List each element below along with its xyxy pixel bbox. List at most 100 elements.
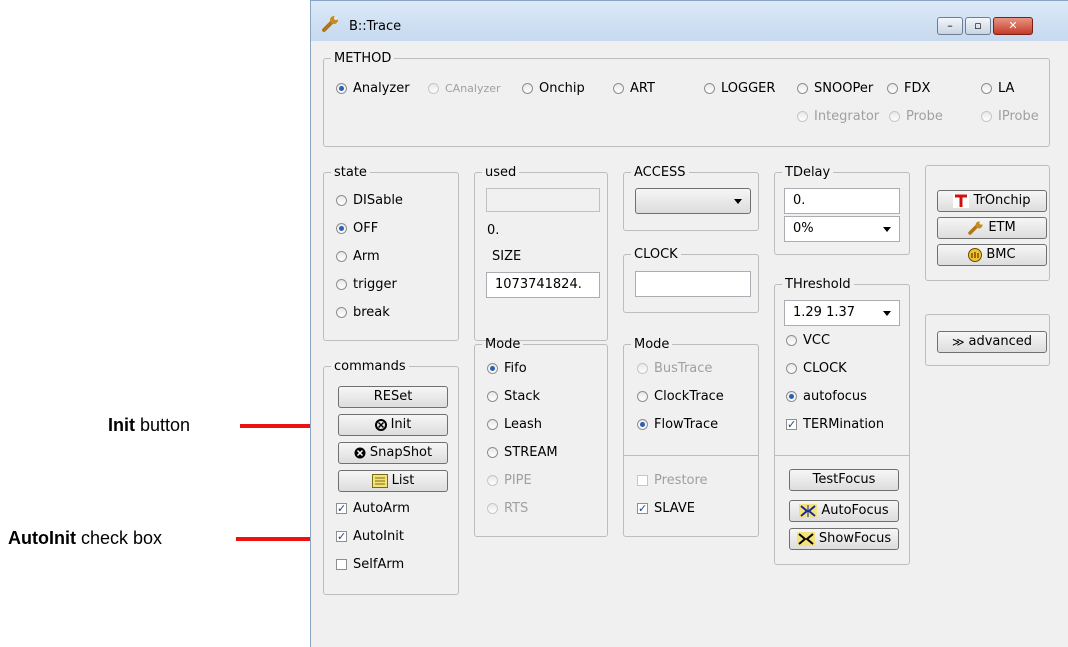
autofocus-icon <box>799 504 818 518</box>
buffer-mode-legend: Mode <box>485 337 521 352</box>
minimize-button[interactable]: – <box>937 17 963 35</box>
method-option-label: Probe <box>906 109 943 124</box>
testfocus-label: TestFocus <box>812 472 876 487</box>
selfarm-label: SelfArm <box>353 557 405 572</box>
radio-mark <box>786 363 797 374</box>
close-icon: ✕ <box>1008 19 1018 32</box>
method-option-label: LA <box>998 81 1015 96</box>
radio-mark <box>981 111 992 122</box>
radio-mark <box>487 447 498 458</box>
etm-button[interactable]: ETM <box>937 217 1047 239</box>
chevron-down-icon <box>883 311 891 316</box>
list-label: List <box>391 473 415 488</box>
checkbox-mark <box>336 559 347 570</box>
chevron-down-icon <box>734 199 742 204</box>
method-option-label: IProbe <box>998 109 1039 124</box>
title-bar[interactable]: B::Trace – ▫ ✕ <box>311 1 1068 41</box>
checkbox-mark <box>786 416 797 434</box>
maximize-button[interactable]: ▫ <box>965 17 991 35</box>
init-arrow <box>240 416 332 436</box>
radio-mark <box>797 111 808 122</box>
radio-mark <box>487 419 498 430</box>
clock-input[interactable] <box>635 271 751 297</box>
advanced-label: advanced <box>968 334 1033 349</box>
tdelay-percent-select[interactable]: 0% <box>784 216 900 242</box>
maximize-icon: ▫ <box>974 19 982 32</box>
showfocus-icon <box>796 532 815 546</box>
wrench-icon <box>968 221 983 235</box>
radio-mark <box>336 279 347 290</box>
used-progress-bar <box>486 188 600 212</box>
radio-mark <box>336 223 347 234</box>
used-legend: used <box>485 165 517 180</box>
client-area: METHOD Analyzer CAnalyzer Onchip ART LOG… <box>311 41 1068 647</box>
autoarm-label: AutoArm <box>353 501 410 516</box>
buffer-mode-label: Stack <box>504 389 540 404</box>
radio-mark <box>981 83 992 94</box>
bmc-button[interactable]: BMC <box>937 244 1047 266</box>
buffer-mode-label: Fifo <box>504 361 527 376</box>
threshold-divider <box>774 455 910 456</box>
list-button[interactable]: List <box>338 470 448 492</box>
method-option-label: SNOOPer <box>814 81 874 96</box>
radio-mark <box>428 83 439 94</box>
method-group: METHOD <box>323 51 1050 147</box>
reset-button[interactable]: RESet <box>338 386 448 408</box>
advanced-button[interactable]: ≫ advanced <box>937 331 1047 353</box>
radio-mark <box>336 195 347 206</box>
radio-mark <box>704 83 715 94</box>
state-option-label: trigger <box>353 277 397 292</box>
prestore-label: Prestore <box>654 473 708 488</box>
method-option-label: LOGGER <box>721 81 776 96</box>
method-option-label: Analyzer <box>353 81 410 96</box>
tronchip-button[interactable]: TrOnchip <box>937 190 1047 212</box>
autoinit-arrow <box>236 529 332 549</box>
close-button[interactable]: ✕ <box>993 17 1033 35</box>
init-label: Init <box>390 417 412 432</box>
showfocus-label: ShowFocus <box>818 531 892 546</box>
double-chevron-down-icon: ≫ <box>951 335 965 349</box>
threshold-option-label: VCC <box>803 333 831 348</box>
testfocus-button[interactable]: TestFocus <box>789 469 899 491</box>
radio-mark <box>786 335 797 346</box>
radio-mark <box>613 83 624 94</box>
window-title: B::Trace <box>349 19 402 34</box>
threshold-option-label: autofocus <box>803 389 867 404</box>
radio-mark <box>637 363 648 374</box>
radio-mark <box>487 363 498 374</box>
list-icon <box>371 474 388 488</box>
checkbox-mark <box>637 500 648 518</box>
tdelay-legend: TDelay <box>785 165 831 180</box>
size-input[interactable]: 1073741824. <box>486 272 600 298</box>
trace-mode-label: BusTrace <box>654 361 713 376</box>
showfocus-button[interactable]: ShowFocus <box>789 528 899 550</box>
buffer-mode-label: PIPE <box>504 473 532 488</box>
buffer-mode-label: RTS <box>504 501 529 516</box>
radio-mark <box>487 475 498 486</box>
radio-mark <box>887 83 898 94</box>
checkbox-mark <box>637 475 648 486</box>
state-option-label: break <box>353 305 390 320</box>
snapshot-button[interactable]: SnapShot <box>338 442 448 464</box>
autoinit-annotation: AutoInit check box <box>8 528 162 549</box>
tdelay-input[interactable]: 0. <box>784 188 900 214</box>
radio-mark <box>637 419 648 430</box>
radio-mark <box>786 391 797 402</box>
radio-mark <box>336 307 347 318</box>
access-dropdown[interactable] <box>635 188 751 214</box>
threshold-select[interactable]: 1.29 1.37 <box>784 300 900 326</box>
size-legend: SIZE <box>489 249 525 264</box>
init-button[interactable]: Init <box>338 414 448 436</box>
trace-window: B::Trace – ▫ ✕ METHOD Analyzer CAnalyzer… <box>310 0 1068 647</box>
radio-mark <box>522 83 533 94</box>
method-option-label: Integrator <box>814 109 880 124</box>
chevron-down-icon <box>883 227 891 232</box>
autofocus-button[interactable]: AutoFocus <box>789 500 899 522</box>
radio-mark <box>637 391 648 402</box>
bmc-icon <box>968 248 983 262</box>
snapshot-icon <box>354 447 366 459</box>
checkbox-mark <box>336 500 347 518</box>
autoinit-annotation-bold: AutoInit <box>8 528 76 548</box>
bmc-label: BMC <box>986 247 1016 262</box>
radio-mark <box>336 83 347 94</box>
